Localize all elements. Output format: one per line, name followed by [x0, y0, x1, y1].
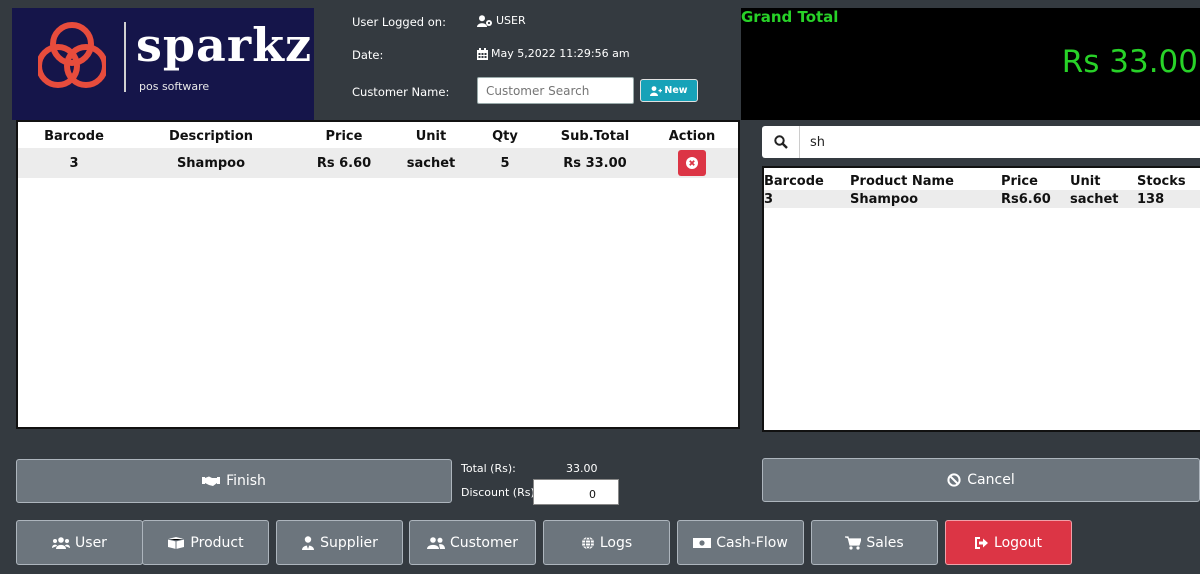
table-row[interactable]: 3 Shampoo Rs6.60 sachet 138	[764, 190, 1200, 208]
cancel-button[interactable]: Cancel	[762, 458, 1200, 502]
logout-button[interactable]: Logout	[945, 520, 1072, 565]
cart-header-row: Barcode Description Price Unit Qty Sub.T…	[18, 122, 738, 148]
logo-tagline: pos software	[139, 80, 210, 93]
grand-total-value: Rs 33.00	[1061, 44, 1198, 80]
discount-label: Discount (Rs):	[461, 486, 539, 499]
product-list-panel: Barcode Product Name Price Unit Stocks 3…	[762, 166, 1200, 432]
search-icon[interactable]	[762, 126, 800, 158]
nav-logs-label: Logs	[599, 534, 633, 551]
product-col-stocks: Stocks	[1137, 173, 1186, 189]
nav-user-button[interactable]: User	[16, 520, 143, 565]
calendar-icon	[477, 47, 488, 60]
nav-supplier-button[interactable]: Supplier	[276, 520, 403, 565]
logo-divider	[124, 22, 126, 92]
nav-product-label: Product	[190, 534, 244, 551]
cart-table-panel: Barcode Description Price Unit Qty Sub.T…	[16, 120, 740, 429]
product-col-unit: Unit	[1070, 173, 1101, 189]
cart-cell-price: Rs 6.60	[292, 148, 396, 178]
new-button-label: New	[664, 85, 688, 96]
product-col-name: Product Name	[850, 173, 954, 189]
cart-table: Barcode Description Price Unit Qty Sub.T…	[18, 122, 738, 178]
cart-cell-subtotal: Rs 33.00	[544, 148, 646, 178]
date-value: May 5,2022 11:29:56 am	[477, 47, 630, 60]
product-table: Barcode Product Name Price Unit Stocks 3…	[764, 168, 1200, 208]
cart-col-action: Action	[668, 128, 716, 144]
users-icon	[52, 536, 71, 549]
total-value: 33.00	[566, 462, 598, 475]
discount-input[interactable]	[533, 479, 619, 505]
logo-wordmark: sparkz	[136, 18, 313, 72]
globe-icon	[581, 536, 595, 550]
shopping-cart-icon	[845, 535, 862, 550]
boxes-icon	[167, 536, 185, 549]
nav-supplier-label: Supplier	[320, 534, 378, 551]
product-search-input[interactable]	[800, 128, 980, 156]
cart-cell-qty: 5	[466, 148, 544, 178]
user-name: USER	[496, 14, 526, 27]
nav-cashflow-button[interactable]: Cash-Flow	[677, 520, 804, 565]
remove-item-button[interactable]	[678, 150, 706, 176]
nav-customer-button[interactable]: Customer	[409, 520, 536, 565]
grand-total-label: Grand Total	[741, 8, 839, 26]
customer-name-label: Customer Name:	[352, 85, 450, 99]
total-label: Total (Rs):	[461, 462, 516, 475]
cart-col-unit: Unit	[415, 128, 447, 144]
finish-button[interactable]: Finish	[16, 459, 452, 503]
customer-search-input[interactable]	[477, 77, 634, 104]
sparkz-logo-mark-icon	[38, 18, 106, 94]
nav-product-button[interactable]: Product	[142, 520, 269, 565]
product-cell-stocks: 138	[1137, 190, 1200, 208]
product-cell-barcode: 3	[764, 190, 850, 208]
product-cell-name: Shampoo	[850, 190, 1001, 208]
date-text: May 5,2022 11:29:56 am	[491, 47, 630, 60]
sign-out-icon	[975, 536, 989, 549]
cart-col-qty: Qty	[492, 128, 518, 144]
product-col-price: Price	[1001, 173, 1038, 189]
product-header-row: Barcode Product Name Price Unit Stocks	[764, 168, 1200, 190]
product-search-box	[762, 126, 1200, 158]
cart-col-description: Description	[168, 128, 254, 144]
user-logged-value: USER	[477, 14, 526, 27]
nav-user-label: User	[75, 534, 107, 551]
money-bill-icon	[693, 537, 712, 549]
nav-cashflow-label: Cash-Flow	[716, 534, 788, 551]
finish-label: Finish	[226, 473, 266, 489]
cart-col-subtotal: Sub.Total	[560, 128, 630, 144]
user-friends-icon	[426, 536, 445, 549]
cart-cell-description: Shampoo	[130, 148, 292, 178]
cart-cell-unit: sachet	[396, 148, 466, 178]
add-user-icon	[650, 85, 663, 96]
nav-sales-button[interactable]: Sales	[811, 520, 938, 565]
product-col-barcode: Barcode	[764, 173, 824, 189]
cart-col-price: Price	[325, 128, 363, 144]
cart-cell-action	[646, 148, 738, 178]
nav-logs-button[interactable]: Logs	[543, 520, 670, 565]
user-gear-icon	[477, 14, 493, 27]
date-label: Date:	[352, 48, 384, 62]
product-cell-price: Rs6.60	[1001, 190, 1070, 208]
user-logged-label: User Logged on:	[352, 15, 446, 29]
logout-label: Logout	[994, 534, 1042, 551]
table-row[interactable]: 3 Shampoo Rs 6.60 sachet 5 Rs 33.00	[18, 148, 738, 178]
product-cell-unit: sachet	[1070, 190, 1137, 208]
new-customer-button[interactable]: New	[640, 79, 698, 102]
nav-sales-label: Sales	[866, 534, 904, 551]
cart-cell-barcode: 3	[18, 148, 130, 178]
ban-icon	[947, 473, 961, 487]
times-circle-icon	[686, 157, 698, 169]
cart-col-barcode: Barcode	[44, 128, 104, 144]
handshake-icon	[202, 475, 221, 487]
cancel-label: Cancel	[967, 472, 1015, 488]
user-tie-icon	[301, 535, 315, 550]
nav-customer-label: Customer	[449, 534, 518, 551]
